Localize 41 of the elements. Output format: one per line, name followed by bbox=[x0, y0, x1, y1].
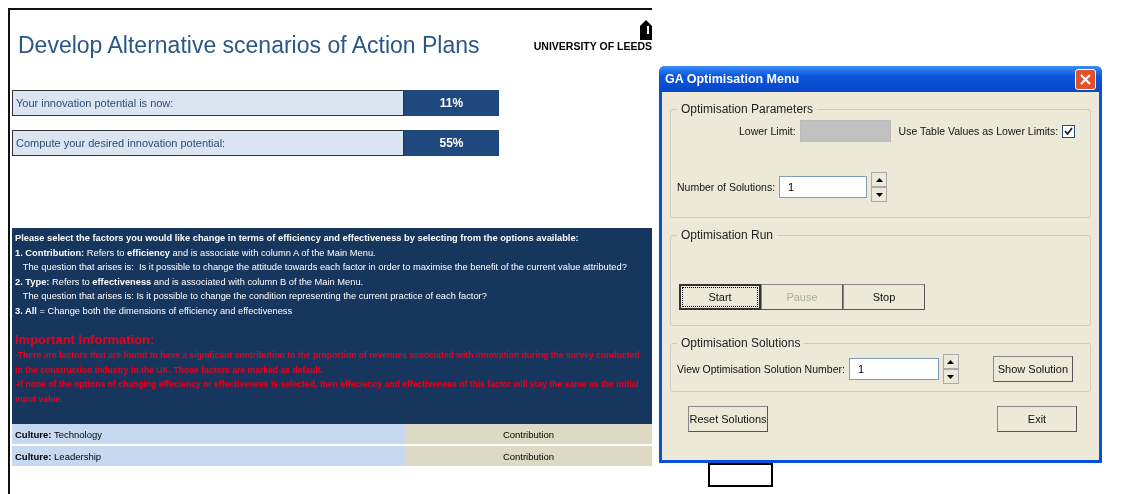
option-cell[interactable]: Contribution bbox=[405, 446, 652, 466]
group-title: Optimisation Parameters bbox=[680, 102, 815, 116]
university-logo-text: UNIVERSITY OF LEEDS bbox=[533, 40, 652, 52]
dialog-title: GA Optimisation Menu bbox=[665, 72, 800, 86]
close-icon bbox=[1080, 73, 1091, 85]
dialog-button[interactable]: Exit bbox=[997, 406, 1077, 432]
page-title: Develop Alternative scenarios of Action Plans bbox=[18, 32, 480, 59]
solution-number-field[interactable]: 1 bbox=[848, 358, 939, 380]
instruction-text: The question that arises is: Is it possible to change the condition representing the current practice of each factor? bbox=[21, 290, 488, 303]
important-text: -If none of the options of changing effeciency or effectiveness is selected, then effeciency and effectiveness of this factor will stay the same as the initial input value. bbox=[15, 378, 640, 406]
potential-value: 11% bbox=[404, 90, 499, 116]
spin-buttons[interactable] bbox=[871, 172, 888, 202]
field-label: View Optimisation Solution Number: bbox=[677, 363, 845, 375]
run-button[interactable]: Stop bbox=[843, 284, 925, 310]
factor-cell: Culture: Leadership bbox=[12, 446, 405, 466]
instruction-text: 2. Type: Refers to effectiveness and is associated with column B of the Main Menu. bbox=[15, 275, 365, 289]
field-label: Number of Solutions: bbox=[677, 181, 776, 193]
instruction-text: 3. All = Change both the dimensions of efficiency and effectiveness bbox=[15, 304, 294, 318]
run-button[interactable]: Start bbox=[679, 284, 761, 310]
option-cell[interactable]: Contribution bbox=[405, 424, 652, 444]
solutions-field[interactable]: 1 bbox=[779, 176, 868, 198]
important-text: -There are factors that are found to have a significant contribution to the proportion of revenues associated with innovation during the survey conducted in the construction industry in the UK. Those factors are marked as default. bbox=[15, 349, 641, 377]
factor-cell: Culture: Technology bbox=[12, 424, 405, 444]
checkbox[interactable] bbox=[1062, 124, 1076, 138]
potential-value: 55% bbox=[404, 130, 499, 156]
field-label: Lower Limit: bbox=[739, 125, 796, 137]
group-title: Optimisation Solutions bbox=[680, 336, 802, 350]
important-heading: Important Information: bbox=[15, 332, 156, 348]
show-solution-button[interactable]: Show Solution bbox=[992, 356, 1073, 382]
dialog-button[interactable]: Reset Solutions bbox=[688, 406, 768, 432]
spin-buttons[interactable] bbox=[942, 354, 959, 384]
instruction-text: The question that arises is: Is it possible to change the attitude towards each factor in order to maximise the benefit of the current value attributed? bbox=[21, 261, 628, 274]
cell-cursor bbox=[708, 463, 773, 487]
tower-logo-icon bbox=[640, 20, 652, 40]
potential-label: Your innovation potential is now: bbox=[12, 90, 404, 116]
close-button[interactable] bbox=[1075, 68, 1096, 90]
group-title: Optimisation Run bbox=[680, 228, 775, 242]
field-label: Use Table Values as Lower Limits: bbox=[898, 125, 1059, 137]
instruction-text: Please select the factors you would like change in terms of efficiency and effectiveness by selecting from the options available: bbox=[15, 232, 580, 245]
potential-label: Compute your desired innovation potential: bbox=[12, 130, 404, 156]
instruction-text: 1. Contribution: Refers to efficiency and is associate with column A of the Main Menu. bbox=[15, 246, 377, 260]
